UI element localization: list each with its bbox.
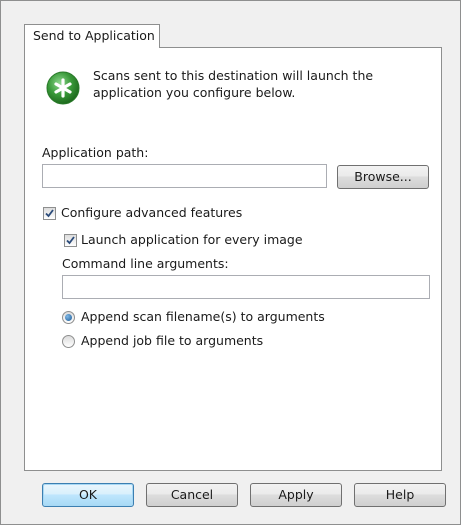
configure-advanced-checkbox[interactable] (43, 207, 56, 220)
launch-every-image-label: Launch application for every image (81, 232, 303, 247)
checkmark-icon (45, 209, 54, 218)
radio-selected-dot (65, 314, 72, 321)
application-path-label: Application path: (42, 145, 149, 160)
launch-every-image-checkbox[interactable] (64, 234, 77, 247)
append-scan-filename-label: Append scan filename(s) to arguments (81, 309, 325, 324)
append-scan-filename-radio[interactable] (62, 311, 75, 324)
configure-advanced-label: Configure advanced features (61, 205, 243, 220)
cancel-button[interactable]: Cancel (146, 483, 238, 507)
help-button[interactable]: Help (354, 483, 446, 507)
append-job-file-radio[interactable] (62, 335, 75, 348)
browse-button[interactable]: Browse... (337, 165, 429, 189)
green-asterisk-icon (46, 71, 80, 105)
command-line-label: Command line arguments: (62, 256, 229, 271)
append-job-file-label: Append job file to arguments (81, 333, 264, 348)
ok-button[interactable]: OK (42, 483, 134, 507)
info-text-line-1: Scans sent to this destination will laun… (93, 68, 374, 83)
checkmark-icon (66, 236, 75, 245)
tab-send-to-application[interactable]: Send to Application (24, 24, 160, 48)
tab-label: Send to Application (33, 28, 155, 43)
command-line-input[interactable] (62, 275, 430, 299)
info-text-line-2: application you configure below. (93, 85, 296, 100)
apply-button[interactable]: Apply (250, 483, 342, 507)
application-path-input[interactable] (42, 164, 327, 188)
